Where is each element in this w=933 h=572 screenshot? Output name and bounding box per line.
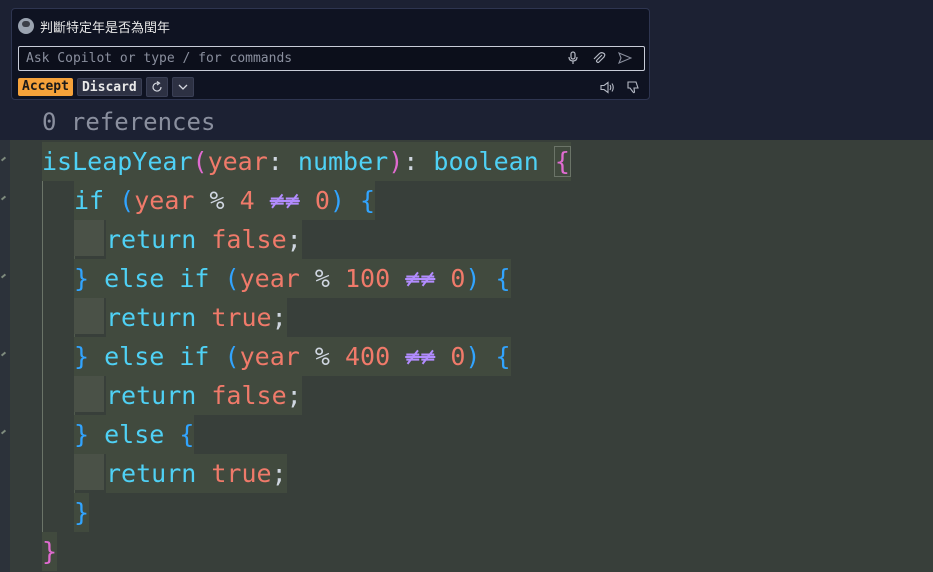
copilot-feedback-icons [599, 79, 641, 95]
gutter-diff-marker [0, 195, 7, 201]
code-line: if (year % 4 ≠≠ 0) { [74, 181, 376, 220]
code-line: return false; [106, 220, 302, 259]
code-line: return true; [106, 454, 287, 493]
copilot-header: 判斷特定年是否為閏年 [18, 15, 170, 37]
gutter-diff-marker [0, 351, 7, 357]
gutter-diff-marker [0, 429, 7, 435]
chevron-down-icon[interactable] [171, 77, 194, 97]
whitespace-marker [74, 298, 104, 334]
code-line: isLeapYear(year: number): boolean { [42, 142, 571, 181]
refresh-icon[interactable] [145, 77, 168, 97]
gutter-diff-marker [0, 156, 7, 162]
accept-button[interactable]: Accept [18, 78, 73, 96]
whitespace-marker [74, 376, 104, 412]
indent-guide [42, 179, 43, 569]
code-line: } [74, 493, 90, 532]
mic-icon[interactable] [565, 50, 581, 66]
copilot-chat-input[interactable] [18, 46, 645, 71]
send-icon[interactable] [617, 50, 633, 66]
gutter-diff-marker [0, 273, 7, 279]
whitespace-marker [74, 220, 104, 256]
code-line: } [42, 532, 58, 571]
code-line: return false; [106, 376, 302, 415]
code-line: return true; [106, 298, 287, 337]
attach-icon[interactable] [591, 50, 607, 66]
discard-button[interactable]: Discard [76, 78, 142, 96]
copilot-avatar-icon [18, 18, 34, 34]
whitespace-marker [74, 454, 104, 490]
speaker-icon[interactable] [599, 79, 615, 95]
editor-gutter [0, 140, 10, 572]
code-lens-references[interactable]: 0 references [42, 108, 215, 136]
copilot-inline-chat: 判斷特定年是否為閏年 Accept Discard [11, 8, 650, 100]
copilot-input-icons [565, 50, 633, 66]
thumbs-down-icon[interactable] [625, 79, 641, 95]
code-editor: isLeapYear(year: number): boolean { if (… [0, 140, 933, 572]
code-line: } else { [74, 415, 195, 454]
copilot-prompt-title: 判斷特定年是否為閏年 [40, 20, 171, 36]
code-line: } else if (year % 400 ≠≠ 0) { [74, 337, 511, 376]
code-line: } else if (year % 100 ≠≠ 0) { [74, 259, 511, 298]
suggested-code-block: isLeapYear(year: number): boolean { if (… [42, 140, 933, 572]
copilot-actions: Accept Discard [18, 77, 194, 97]
